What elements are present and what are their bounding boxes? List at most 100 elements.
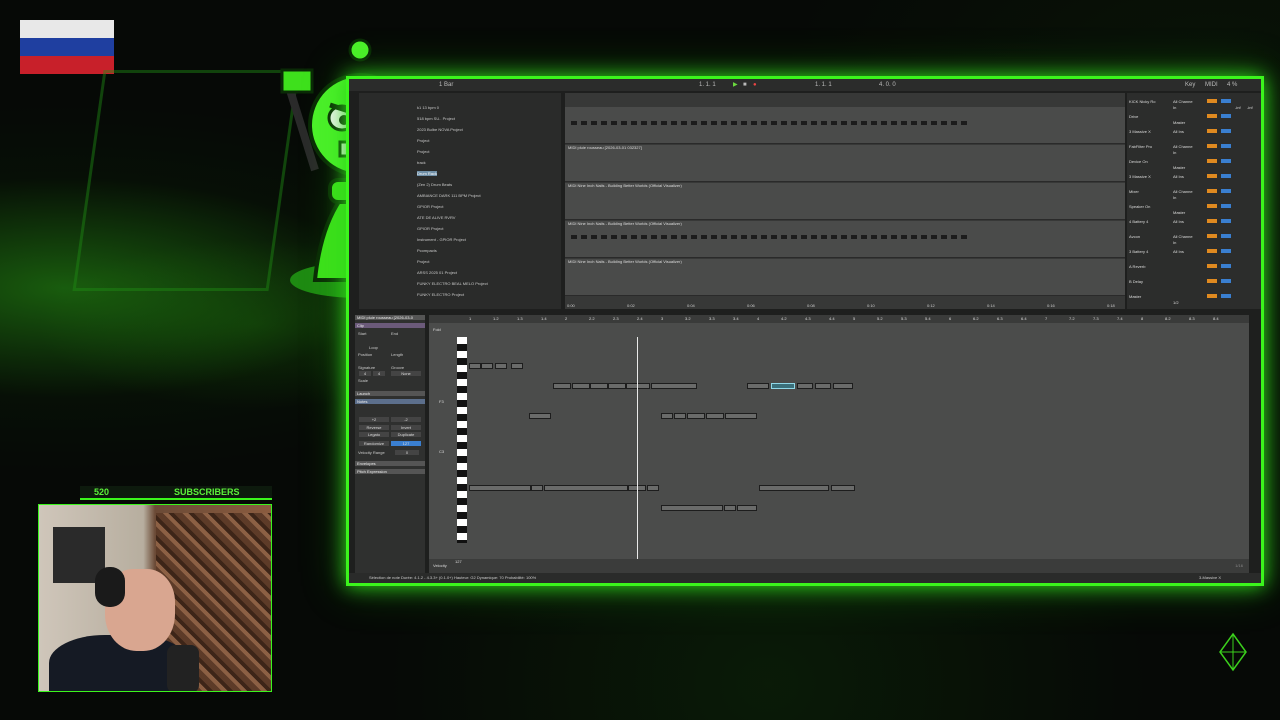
solo-button[interactable] <box>1221 99 1231 103</box>
solo-button[interactable] <box>1221 264 1231 268</box>
browser-item[interactable]: FUNKY ELECTRO BEAL MELO Project <box>417 281 488 286</box>
browser-item[interactable]: ATE DE ALIVE RVRV <box>417 215 455 220</box>
piano-keyboard[interactable] <box>457 337 467 543</box>
midi-note[interactable] <box>725 413 757 419</box>
midi-note[interactable] <box>544 485 628 491</box>
mixer-input-select[interactable]: All Ins <box>1173 174 1184 179</box>
midi-note[interactable] <box>481 363 493 369</box>
midi-note[interactable] <box>469 363 481 369</box>
mixer-track-name[interactable]: 3 Massive X <box>1129 174 1151 179</box>
mixer-track-name[interactable]: Drive <box>1129 114 1138 119</box>
mixer-input-select[interactable]: All Channe <box>1173 99 1193 104</box>
velocity-lane[interactable]: Velocity 127 1/16 <box>429 559 1249 573</box>
legato-button[interactable]: Legato <box>359 432 389 437</box>
track-activator[interactable] <box>1207 219 1217 223</box>
mixer-track-name[interactable]: Speaker On <box>1129 204 1150 209</box>
piano-roll[interactable]: 1 1.2 1.3 1.4 2 2.2 2.3 2.4 3 3.2 3.3 3.4 4 4.2 4.3 4.4… <box>429 315 1249 573</box>
solo-button[interactable] <box>1221 114 1231 118</box>
record-icon[interactable]: ● <box>753 79 757 91</box>
midi-note[interactable] <box>737 505 757 511</box>
midi-note[interactable] <box>511 363 523 369</box>
midi-note[interactable] <box>531 485 543 491</box>
song-position[interactable]: 1. 1. 1 <box>699 79 716 91</box>
mixer-input-select[interactable]: All Channe <box>1173 189 1193 194</box>
midi-note[interactable] <box>553 383 571 389</box>
midi-note[interactable] <box>833 383 853 389</box>
midi-map-button[interactable]: MIDI <box>1205 79 1218 91</box>
mixer-track-name[interactable]: FabFilter Pro <box>1129 144 1152 149</box>
signature-numerator[interactable]: 4 <box>359 371 371 376</box>
velocity-range-field[interactable]: 0 <box>395 450 419 455</box>
track-activator[interactable] <box>1207 204 1217 208</box>
midi-note[interactable] <box>687 413 705 419</box>
loop-end[interactable]: 4. 0. 0 <box>879 79 896 91</box>
mixer-monitor[interactable]: Master <box>1173 165 1185 170</box>
track-lane[interactable]: MIDI Nine Inch Nails - Building Better W… <box>565 221 1125 258</box>
solo-button[interactable] <box>1221 189 1231 193</box>
mixer-track-name[interactable]: A Reverb <box>1129 264 1145 269</box>
solo-button[interactable] <box>1221 144 1231 148</box>
midi-note[interactable] <box>724 505 736 511</box>
browser-item[interactable]: AMBIANCE DARK 111 BPM Project <box>417 193 481 198</box>
track-lane[interactable]: MIDI Nine Inch Nails - Building Better W… <box>565 183 1125 220</box>
double-button[interactable]: +2 <box>359 417 389 422</box>
track-activator[interactable] <box>1207 234 1217 238</box>
browser-item[interactable]: GPIOR Project <box>417 204 443 209</box>
launch-section[interactable]: Launch <box>355 391 425 396</box>
midi-note[interactable] <box>661 413 673 419</box>
track-activator[interactable] <box>1207 189 1217 193</box>
mixer-monitor[interactable]: Master <box>1173 120 1185 125</box>
track-activator[interactable] <box>1207 159 1217 163</box>
midi-note[interactable] <box>647 485 659 491</box>
browser-item[interactable]: Drum Rack <box>417 171 438 176</box>
mixer-input-select[interactable]: All Ins <box>1173 129 1184 134</box>
track-activator[interactable] <box>1207 294 1217 298</box>
clip-section[interactable]: Clip <box>355 323 425 328</box>
midi-note[interactable] <box>608 383 626 389</box>
mixer-monitor[interactable]: Master <box>1173 210 1185 215</box>
key-map-button[interactable]: Key <box>1185 79 1195 91</box>
track-activator[interactable] <box>1207 144 1217 148</box>
midi-note[interactable] <box>572 383 590 389</box>
half-button[interactable]: -2 <box>391 417 421 422</box>
mixer-track-name[interactable]: 3 Massive X <box>1129 129 1151 134</box>
mixer-monitor[interactable]: In <box>1173 105 1176 110</box>
browser-item[interactable]: track <box>417 160 426 165</box>
mixer-track-name[interactable]: B Delay <box>1129 279 1143 284</box>
midi-note[interactable] <box>469 485 531 491</box>
midi-note[interactable] <box>626 383 650 389</box>
browser-item[interactable]: (Zen 2) Drum Beats <box>417 182 452 187</box>
mixer-track-name[interactable]: 4 Battery 4 <box>1129 219 1148 224</box>
stop-icon[interactable]: ■ <box>743 79 747 91</box>
solo-button[interactable] <box>1221 129 1231 133</box>
mixer-track-name[interactable]: Mixer <box>1129 189 1139 194</box>
browser-item[interactable]: 2023 Bulbe NOVA Project <box>417 127 463 132</box>
solo-button[interactable] <box>1221 294 1231 298</box>
browser-item[interactable]: ARSS 2025 01 Project <box>417 270 457 275</box>
solo-button[interactable] <box>1221 234 1231 238</box>
track-lane[interactable]: MIDI pluie rousseau [2026-03-01 032327] <box>565 145 1125 182</box>
midi-note[interactable] <box>661 505 723 511</box>
loop-start[interactable]: 1. 1. 1 <box>815 79 832 91</box>
browser-item[interactable]: Instrument - GPIOR Project <box>417 237 466 242</box>
mixer-input-select[interactable]: All Channe <box>1173 144 1193 149</box>
midi-note[interactable] <box>495 363 507 369</box>
track-activator[interactable] <box>1207 264 1217 268</box>
track-activator[interactable] <box>1207 129 1217 133</box>
mixer-monitor[interactable]: In <box>1173 150 1176 155</box>
mixer-track-name[interactable]: Device On <box>1129 159 1148 164</box>
solo-button[interactable] <box>1221 159 1231 163</box>
track-activator[interactable] <box>1207 99 1217 103</box>
play-icon[interactable]: ▶ <box>733 79 738 91</box>
beat-ruler[interactable]: 1 1.2 1.3 1.4 2 2.2 2.3 2.4 3 3.2 3.3 3.4 4 4.2 4.3 4.4… <box>429 315 1249 323</box>
track-lane[interactable] <box>565 107 1125 144</box>
midi-note[interactable] <box>831 485 855 491</box>
midi-note[interactable] <box>797 383 813 389</box>
browser-item[interactable]: Project <box>417 149 429 154</box>
notes-section[interactable]: Notes <box>355 399 425 404</box>
track-activator[interactable] <box>1207 114 1217 118</box>
mixer-input-select[interactable]: All Ins <box>1173 219 1184 224</box>
solo-button[interactable] <box>1221 219 1231 223</box>
solo-button[interactable] <box>1221 249 1231 253</box>
mixer-track-name[interactable]: 3 Battery 4 <box>1129 249 1148 254</box>
